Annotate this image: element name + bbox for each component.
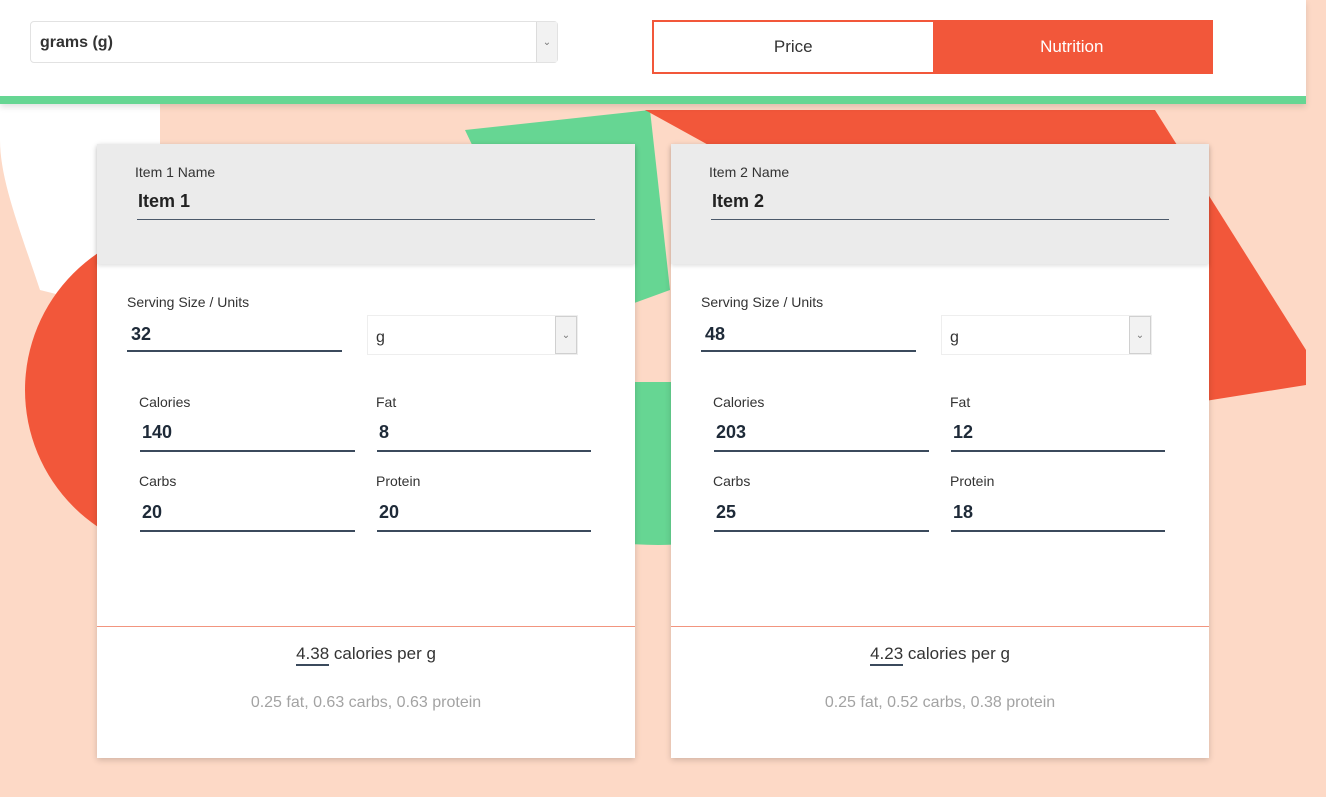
serving-size-underline bbox=[127, 350, 342, 352]
protein-input[interactable]: 20 bbox=[379, 502, 399, 523]
serving-unit-value: g bbox=[376, 329, 385, 346]
protein-label: Protein bbox=[950, 473, 995, 489]
calories-input[interactable]: 203 bbox=[716, 422, 746, 443]
serving-size-input[interactable]: 48 bbox=[705, 324, 725, 345]
protein-underline bbox=[377, 530, 591, 532]
unit-select-value: grams (g) bbox=[40, 34, 113, 51]
top-toolbar: grams (g) ⌄ Price Nutrition bbox=[0, 0, 1306, 104]
item-name-label: Item 1 Name bbox=[135, 164, 216, 180]
serving-size-underline bbox=[701, 350, 916, 352]
carbs-input[interactable]: 25 bbox=[716, 502, 736, 523]
calories-per-unit-text: calories per g bbox=[903, 644, 1010, 663]
calories-underline bbox=[140, 450, 355, 452]
chevron-down-icon[interactable]: ⌄ bbox=[1129, 316, 1151, 354]
fat-underline bbox=[377, 450, 591, 452]
carbs-underline bbox=[714, 530, 929, 532]
calories-per-unit-text: calories per g bbox=[329, 644, 436, 663]
carbs-label: Carbs bbox=[139, 473, 177, 489]
fat-label: Fat bbox=[376, 394, 397, 410]
item-name-input[interactable]: Item 2 bbox=[712, 191, 764, 212]
chevron-down-icon[interactable]: ⌄ bbox=[555, 316, 577, 354]
fat-label: Fat bbox=[950, 394, 971, 410]
protein-underline bbox=[951, 530, 1165, 532]
item-name-input[interactable]: Item 1 bbox=[138, 191, 190, 212]
item-card-header: Item 2 Name Item 2 bbox=[671, 144, 1209, 264]
item-card-header: Item 1 Name Item 1 bbox=[97, 144, 635, 264]
fat-input[interactable]: 12 bbox=[953, 422, 973, 443]
serving-size-label: Serving Size / Units bbox=[701, 294, 824, 310]
carbs-label: Carbs bbox=[713, 473, 751, 489]
serving-unit-select[interactable]: g ⌄ bbox=[941, 315, 1152, 355]
unit-select[interactable]: grams (g) ⌄ bbox=[30, 21, 558, 63]
item-card-2: Item 2 Name Item 2 Serving Size / Units … bbox=[671, 144, 1209, 758]
macros-per-unit: 0.25 fat, 0.63 carbs, 0.63 protein bbox=[250, 694, 482, 711]
macros-per-unit: 0.25 fat, 0.52 carbs, 0.38 protein bbox=[824, 694, 1056, 711]
protein-label: Protein bbox=[376, 473, 421, 489]
calories-underline bbox=[714, 450, 929, 452]
calories-input[interactable]: 140 bbox=[142, 422, 172, 443]
item-card-1: Item 1 Name Item 1 Serving Size / Units … bbox=[97, 144, 635, 758]
serving-unit-value: g bbox=[950, 329, 959, 346]
chevron-down-icon[interactable]: ⌄ bbox=[536, 22, 557, 62]
carbs-underline bbox=[140, 530, 355, 532]
item-name-underline bbox=[711, 219, 1169, 220]
calories-per-unit: 4.38 calories per g bbox=[97, 644, 635, 666]
price-tab-button[interactable]: Price bbox=[654, 22, 933, 72]
card-divider bbox=[671, 626, 1209, 627]
serving-unit-select[interactable]: g ⌄ bbox=[367, 315, 578, 355]
calories-per-unit-value: 4.23 bbox=[870, 644, 904, 666]
calories-label: Calories bbox=[139, 394, 191, 410]
calories-per-unit: 4.23 calories per g bbox=[671, 644, 1209, 666]
fat-underline bbox=[951, 450, 1165, 452]
mode-toggle: Price Nutrition bbox=[652, 20, 1213, 74]
nutrition-tab-button[interactable]: Nutrition bbox=[932, 22, 1211, 72]
fat-input[interactable]: 8 bbox=[379, 422, 389, 443]
serving-size-input[interactable]: 32 bbox=[131, 324, 151, 345]
serving-size-label: Serving Size / Units bbox=[127, 294, 250, 310]
card-divider bbox=[97, 626, 635, 627]
item-name-label: Item 2 Name bbox=[709, 164, 790, 180]
calories-per-unit-value: 4.38 bbox=[296, 644, 330, 666]
item-name-underline bbox=[137, 219, 595, 220]
protein-input[interactable]: 18 bbox=[953, 502, 973, 523]
carbs-input[interactable]: 20 bbox=[142, 502, 162, 523]
calories-label: Calories bbox=[713, 394, 765, 410]
